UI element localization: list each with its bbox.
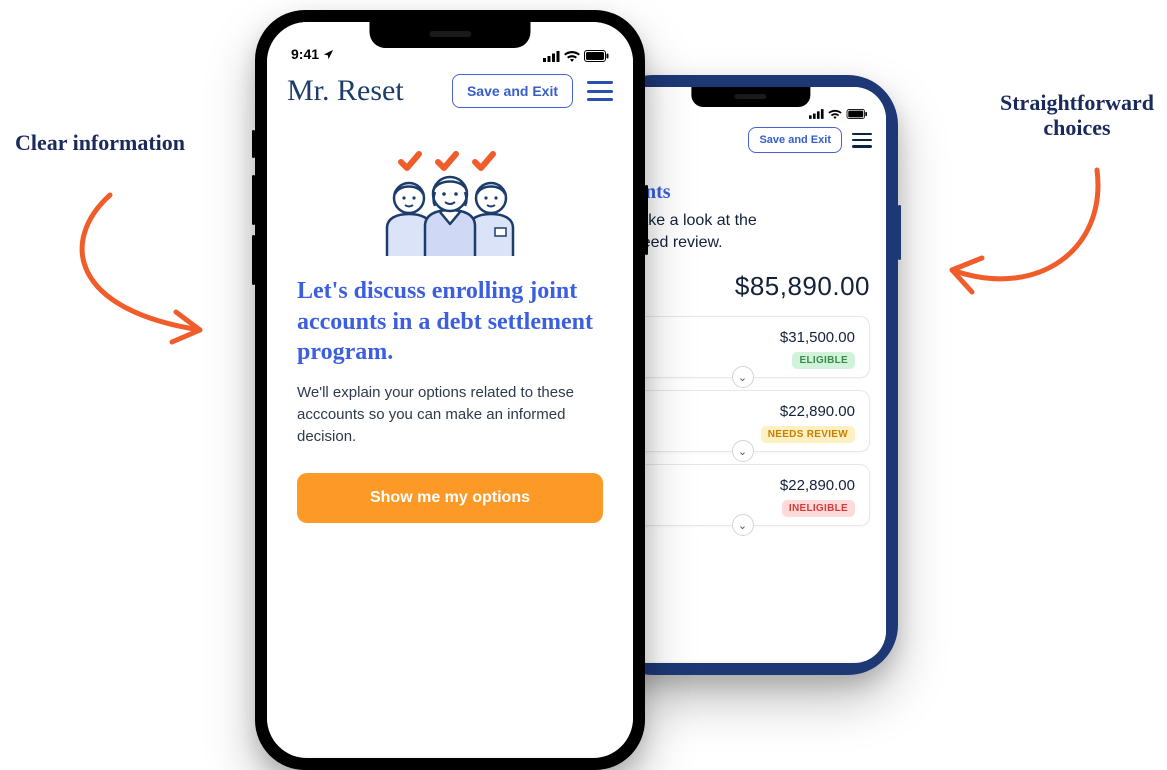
brand-logo[interactable]: Mr. Reset: [287, 74, 404, 108]
annotation-right: Straightforward choices: [987, 90, 1167, 141]
wifi-icon: [828, 109, 842, 119]
subcopy: We'll explain your options related to th…: [297, 382, 603, 447]
status-time: 9:41: [291, 46, 319, 62]
front-content: Let's discuss enrolling joint accounts i…: [267, 118, 633, 756]
back-content: counts t's take a look at the at need re…: [615, 159, 886, 661]
chevron-down-icon[interactable]: ⌄: [732, 366, 754, 388]
save-exit-button[interactable]: Save and Exit: [748, 127, 842, 153]
account-card[interactable]: ts $31,500.00 ELIGIBLE ⌄: [615, 316, 870, 378]
cta-button[interactable]: Show me my options: [297, 473, 603, 523]
app-header-back: Save and Exit: [615, 121, 886, 159]
menu-icon[interactable]: [852, 133, 872, 148]
chevron-down-icon[interactable]: ⌄: [732, 514, 754, 536]
signal-icon: [809, 109, 824, 119]
account-card[interactable]: ts $22,890.00 NEEDS REVIEW ⌄: [615, 390, 870, 452]
arrow-left-icon: [50, 190, 240, 360]
battery-icon: [846, 109, 868, 119]
battery-icon: [584, 50, 609, 62]
page-body: t's take a look at the at need review.: [615, 210, 870, 253]
arrow-right-icon: [927, 150, 1107, 320]
phone-notch: [369, 22, 530, 48]
account-amount: $22,890.00: [780, 477, 855, 494]
account-card[interactable]: ts $22,890.00 INELIGIBLE ⌄: [615, 464, 870, 526]
account-amount: $31,500.00: [780, 329, 855, 346]
status-badge: ELIGIBLE: [792, 352, 855, 369]
chevron-down-icon[interactable]: ⌄: [732, 440, 754, 462]
wifi-icon: [564, 50, 580, 62]
account-amount: $22,890.00: [761, 403, 855, 420]
people-illustration: [297, 148, 603, 258]
app-header-front: Mr. Reset Save and Exit: [267, 64, 633, 118]
phone-front: 9:41 Mr. Reset Save and Exit: [255, 10, 645, 770]
headline: Let's discuss enrolling joint accounts i…: [297, 276, 603, 368]
page-title-fragment: counts: [615, 181, 870, 204]
phone-notch: [691, 87, 810, 107]
phone-back: Save and Exit counts t's take a look at …: [603, 75, 898, 675]
menu-icon[interactable]: [587, 81, 613, 101]
location-icon: [323, 49, 334, 60]
status-badge: NEEDS REVIEW: [761, 426, 855, 443]
signal-icon: [543, 51, 560, 62]
status-badge: INELIGIBLE: [782, 500, 855, 517]
total-amount: $85,890.00: [735, 271, 870, 302]
save-exit-button[interactable]: Save and Exit: [452, 74, 573, 108]
total-row: ot: $85,890.00: [615, 265, 870, 316]
annotation-left: Clear information: [10, 130, 190, 155]
